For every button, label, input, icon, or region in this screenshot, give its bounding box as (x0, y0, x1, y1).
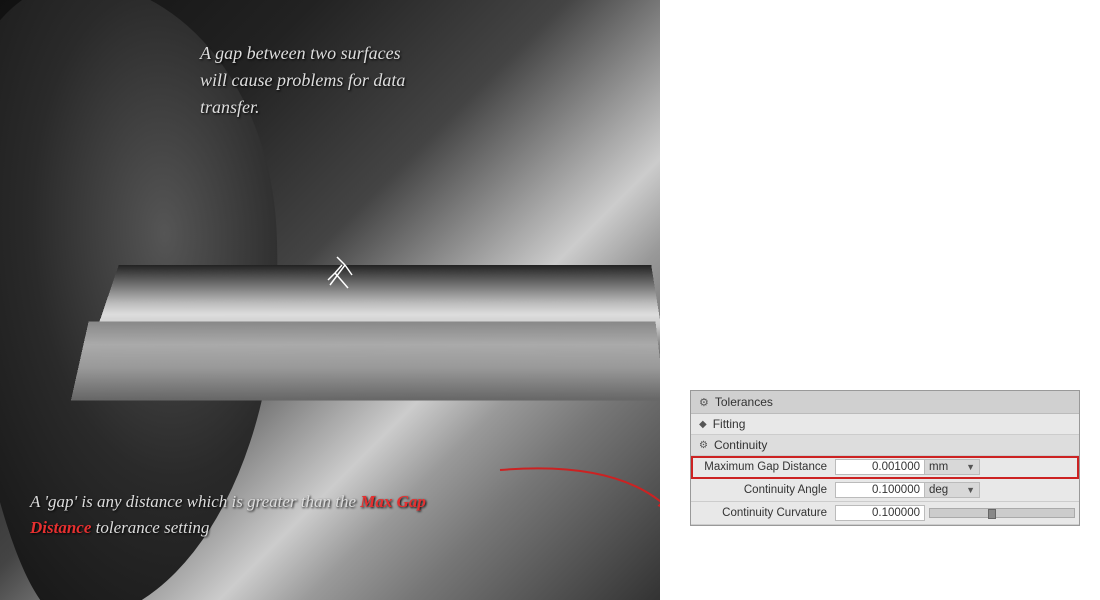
tolerances-panel: ⚙ Tolerances ◆ Fitting ⚙ Continuity Maxi… (690, 390, 1080, 526)
tolerances-icon: ⚙ (699, 396, 709, 409)
continuity-angle-value[interactable]: 0.100000 (835, 482, 925, 498)
continuity-icon: ⚙ (699, 440, 708, 451)
image-text-top: A gap between two surfaces will cause pr… (200, 40, 405, 121)
max-gap-distance-unit[interactable]: mm ▼ (925, 459, 980, 475)
panel-header-title: Tolerances (715, 395, 773, 409)
continuity-curvature-value[interactable]: 0.100000 (835, 505, 925, 521)
panel-header: ⚙ Tolerances (691, 391, 1079, 414)
max-gap-distance-row: Maximum Gap Distance 0.001000 mm ▼ (691, 456, 1079, 479)
max-gap-distance-label: Maximum Gap Distance (695, 461, 835, 473)
continuity-angle-row: Continuity Angle 0.100000 deg ▼ (691, 479, 1079, 502)
continuity-curvature-row: Continuity Curvature 0.100000 (691, 502, 1079, 525)
continuity-angle-unit[interactable]: deg ▼ (925, 482, 980, 498)
max-gap-distance-value[interactable]: 0.001000 (835, 459, 925, 475)
unit-dropdown-icon[interactable]: ▼ (966, 462, 975, 472)
gap-arrow (310, 245, 370, 305)
image-text-bottom: A 'gap' is any distance which is greater… (30, 489, 480, 540)
angle-unit-dropdown-icon[interactable]: ▼ (966, 485, 975, 495)
continuity-curvature-slider[interactable] (929, 508, 1075, 518)
fitting-label: Fitting (713, 417, 746, 431)
slider-thumb[interactable] (988, 509, 996, 519)
continuity-curvature-label: Continuity Curvature (695, 507, 835, 519)
continuity-section: ⚙ Continuity (691, 435, 1079, 456)
fitting-icon: ◆ (699, 419, 707, 430)
continuity-angle-label: Continuity Angle (695, 484, 835, 496)
main-image: A gap between two surfaces will cause pr… (0, 0, 660, 600)
fitting-section: ◆ Fitting (691, 414, 1079, 435)
continuity-label: Continuity (714, 438, 767, 452)
